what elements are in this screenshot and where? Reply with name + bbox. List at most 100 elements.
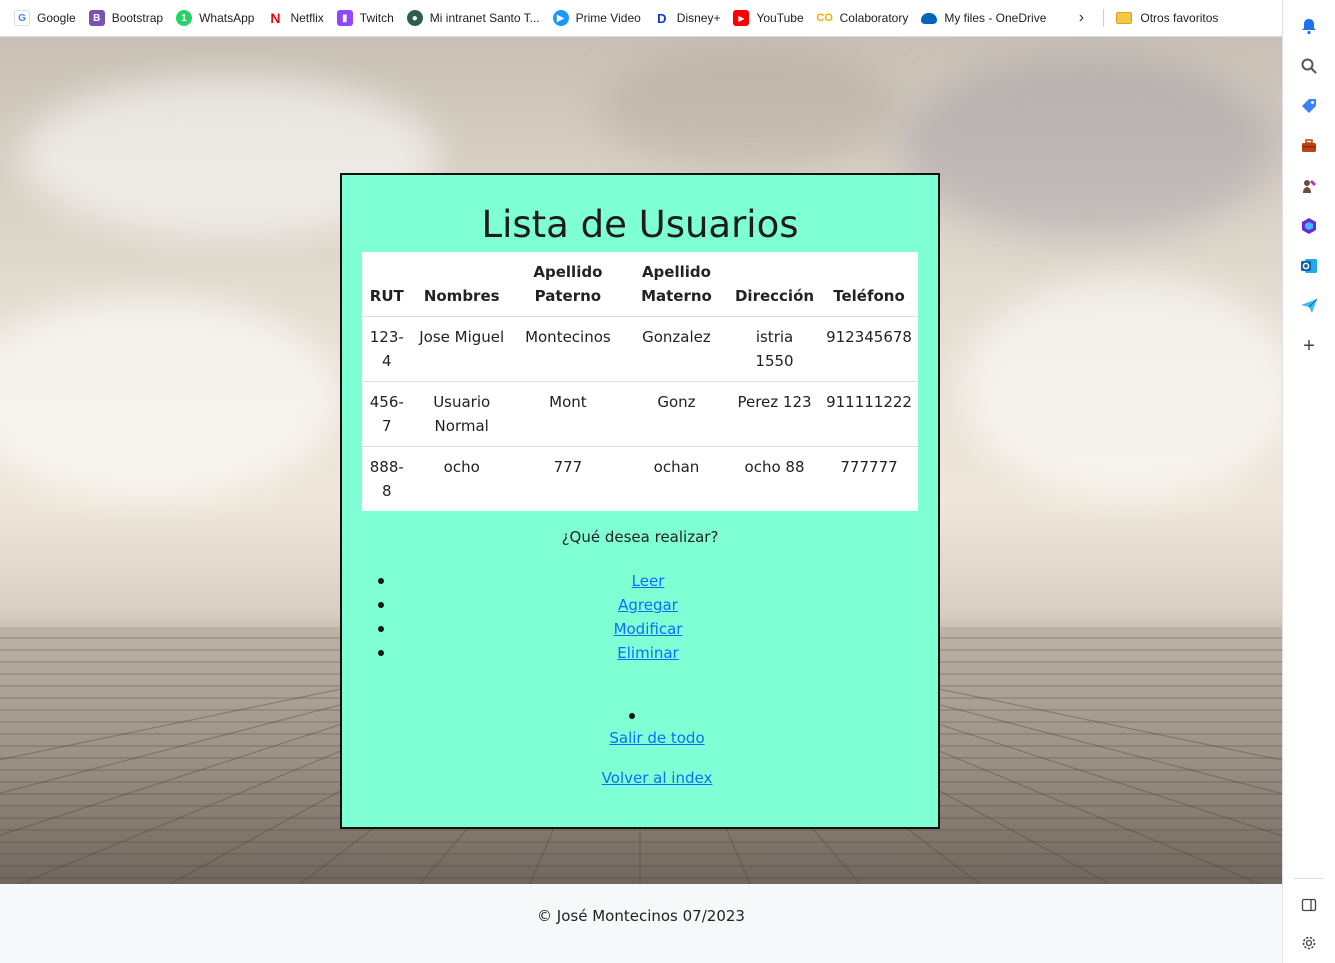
copilot-icon[interactable] <box>1295 212 1323 240</box>
bookmark-label: Mi intranet Santo T... <box>429 11 540 25</box>
table-cell: ocho <box>443 458 480 476</box>
cloud <box>600 47 900 167</box>
bookmark-google[interactable]: G Google <box>8 5 82 31</box>
cloud <box>900 57 1280 237</box>
list-item: Modificar <box>378 617 918 641</box>
table-cell: Jose Miguel <box>411 316 512 382</box>
list-item: Leer <box>378 569 918 593</box>
table-cell: 456-7 <box>362 381 412 447</box>
bookmark-label: Disney+ <box>676 11 721 25</box>
users-card: Lista de Usuarios RUT Nombres Apellido P… <box>340 173 940 829</box>
bookmark-label: Colaboratory <box>839 11 909 25</box>
page-title: Lista de Usuarios <box>481 203 799 246</box>
send-icon[interactable] <box>1295 292 1323 320</box>
list-item: Eliminar <box>378 641 918 665</box>
add-link[interactable]: Agregar <box>618 596 678 614</box>
bookmark-label: WhatsApp <box>199 11 255 25</box>
bookmarks-divider <box>1103 9 1105 27</box>
browser-sidebar: + <box>1282 0 1335 963</box>
bookmark-disney[interactable]: D Disney+ <box>648 5 727 31</box>
exit-all-link[interactable]: Salir de todo <box>609 729 704 747</box>
bookmark-other-favorites[interactable]: Otros favoritos <box>1110 5 1224 31</box>
table-cell: 888-8 <box>369 458 404 500</box>
table-cell: Usuario Normal <box>411 381 512 447</box>
column-header: RUT <box>362 252 412 317</box>
bell-icon[interactable] <box>1295 12 1323 40</box>
youtube-icon: ▶ <box>733 10 750 26</box>
table-cell: Montecinos <box>511 316 624 382</box>
table-cell: ocho 88 <box>744 458 805 476</box>
modify-link[interactable]: Modificar <box>614 620 683 638</box>
table-cell: Gonzalez <box>623 316 729 382</box>
settings-gear-icon[interactable] <box>1295 929 1323 957</box>
bookmark-prime-video[interactable]: ▶ Prime Video <box>547 5 647 31</box>
back-item: Volver al index <box>342 769 972 787</box>
bookmark-youtube[interactable]: ▶ YouTube <box>727 5 809 31</box>
games-icon[interactable] <box>1295 172 1323 200</box>
bookmark-intranet[interactable]: ● Mi intranet Santo T... <box>401 5 546 31</box>
table-cell: Mont <box>511 381 624 447</box>
bookmark-label: Prime Video <box>575 11 641 25</box>
bookmark-label: Otros favoritos <box>1140 11 1219 25</box>
bookmark-label: Bootstrap <box>111 11 164 25</box>
bookmark-twitch[interactable]: ▮ Twitch <box>331 5 400 31</box>
table-cell: 777777 <box>840 458 898 476</box>
table-cell: 912345678 <box>820 316 918 382</box>
bookmark-colab[interactable]: CO Colaboratory <box>811 5 915 31</box>
sidebar-bottom <box>1294 878 1324 957</box>
bookmark-whatsapp[interactable]: 1 WhatsApp <box>170 5 260 31</box>
sidebar-toggle-icon[interactable] <box>1295 891 1323 919</box>
table-cell: Gonz <box>623 381 729 447</box>
twitch-icon: ▮ <box>336 10 353 26</box>
column-header: Apellido Materno <box>623 252 729 317</box>
column-header: Dirección <box>728 252 821 317</box>
exit-item: Salir de todo <box>342 729 972 747</box>
action-question: ¿Qué desea realizar? <box>561 528 719 546</box>
table-cell: 911111222 <box>820 381 918 447</box>
colab-icon: CO <box>816 10 833 26</box>
table-row: 123-4 Jose Miguel Montecinos Gonzalez is… <box>362 316 918 382</box>
bookmark-label: Twitch <box>359 11 394 25</box>
search-icon[interactable] <box>1295 52 1323 80</box>
more-bookmarks-chevron-icon[interactable]: › <box>1071 9 1091 27</box>
table-cell: istria 1550 <box>728 316 821 382</box>
table-row: 888-8 ocho 777 ochan ocho 88 777777 <box>362 447 918 512</box>
outlook-icon[interactable] <box>1295 252 1323 280</box>
netflix-icon: N <box>267 10 284 26</box>
bookmark-netflix[interactable]: N Netflix <box>261 5 329 31</box>
column-header: Apellido Paterno <box>511 252 624 317</box>
intranet-icon: ● <box>406 10 423 26</box>
whatsapp-icon: 1 <box>176 10 193 26</box>
google-icon: G <box>14 10 30 26</box>
toolbox-icon[interactable] <box>1295 132 1323 160</box>
onedrive-icon <box>921 12 938 24</box>
bookmark-label: My files - OneDrive <box>944 11 1047 25</box>
bookmark-label: Google <box>37 11 76 25</box>
bootstrap-icon: B <box>88 10 105 26</box>
table-cell: 777 <box>553 458 583 476</box>
table-cell: Perez 123 <box>728 381 821 447</box>
shopping-tag-icon[interactable] <box>1295 92 1323 120</box>
folder-icon <box>1116 12 1133 24</box>
footer-copyright: © José Montecinos 07/2023 <box>537 907 745 925</box>
read-link[interactable]: Leer <box>632 572 665 590</box>
bookmark-label: Netflix <box>290 11 324 25</box>
exit-bullet <box>629 713 635 719</box>
table-row: 456-7 Usuario Normal Mont Gonz Perez 123… <box>362 381 918 447</box>
bookmarks-bar: G Google B Bootstrap 1 WhatsApp N Netfli… <box>0 0 1282 37</box>
cloud <box>0 297 340 497</box>
sidebar-divider <box>1294 878 1324 879</box>
bookmark-onedrive[interactable]: My files - OneDrive <box>915 5 1052 31</box>
actions-list: Leer Agregar Modificar Eliminar <box>378 569 918 665</box>
column-header: Nombres <box>411 252 512 317</box>
disney-icon: D <box>653 10 670 26</box>
column-header: Teléfono <box>820 252 918 317</box>
bookmark-label: YouTube <box>756 11 804 25</box>
back-to-index-link[interactable]: Volver al index <box>602 769 713 787</box>
table-header-row: RUT Nombres Apellido Paterno Apellido Ma… <box>362 252 918 317</box>
table-cell: 123-4 <box>362 316 412 382</box>
add-icon[interactable]: + <box>1295 332 1323 360</box>
delete-link[interactable]: Eliminar <box>617 644 678 662</box>
bookmark-bootstrap[interactable]: B Bootstrap <box>83 5 169 31</box>
footer: © José Montecinos 07/2023 <box>0 884 1282 963</box>
